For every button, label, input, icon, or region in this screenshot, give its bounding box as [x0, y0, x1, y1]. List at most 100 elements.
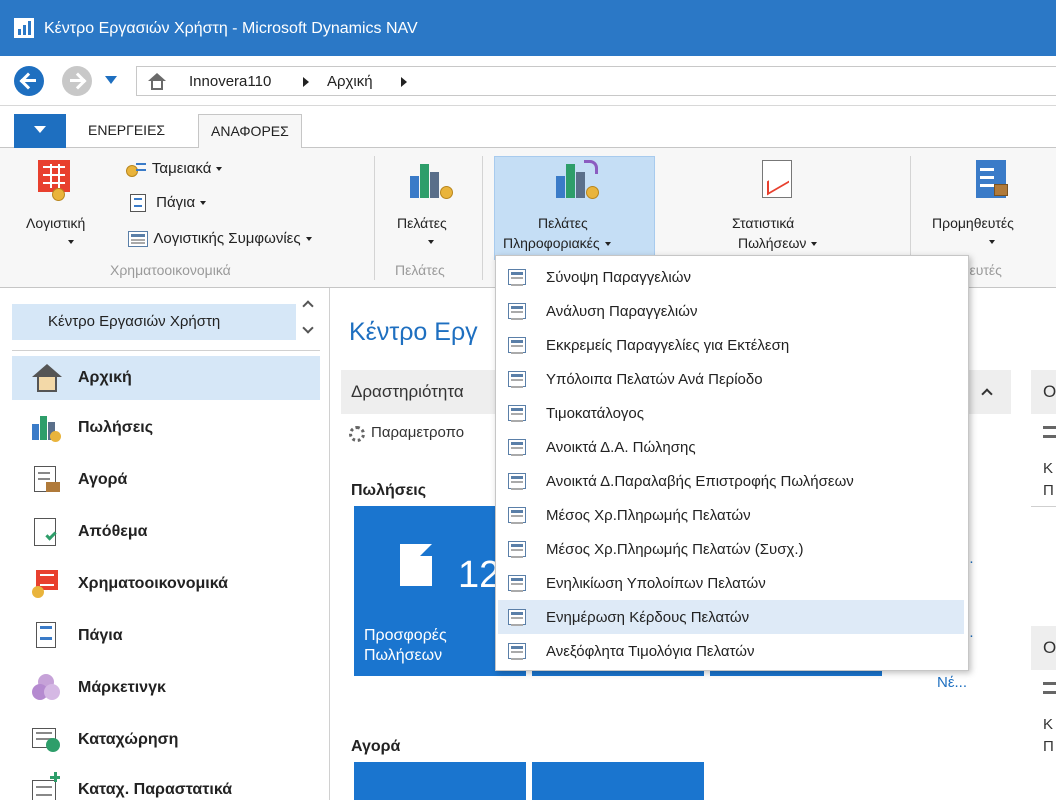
purchase-section-label: Αγορά — [351, 738, 401, 755]
right-factbox: Ο Κ Π Ο Κ Π — [1031, 370, 1056, 790]
ribbon-group-label-customers: Πελάτες — [395, 262, 445, 278]
application-menu-button[interactable] — [14, 114, 66, 148]
tab-actions[interactable]: ΕΝΕΡΓΕΙΕΣ — [88, 122, 165, 138]
customers-button[interactable]: Πελάτες — [397, 214, 447, 232]
inventory-icon — [32, 518, 62, 546]
chevron-down-icon — [989, 240, 995, 244]
ribbon-group-label-finance: Χρηματοοικονομικά — [110, 262, 231, 278]
gear-icon — [349, 426, 365, 442]
navigation-pane-header[interactable]: Κέντρο Εργασιών Χρήστη — [12, 304, 296, 340]
vendors-button[interactable]: Προμηθευτές — [932, 214, 1014, 232]
address-bar: Innovera110 Αρχική — [0, 56, 1056, 106]
nav-item-posting[interactable]: Καταχώρηση — [12, 718, 320, 762]
report-icon — [508, 575, 526, 592]
nav-item-inventory[interactable]: Απόθεμα — [12, 510, 320, 554]
coins-icon — [52, 188, 65, 201]
report-icon — [508, 541, 526, 558]
breadcrumb-separator-icon[interactable] — [303, 77, 309, 87]
ribbon-separator — [482, 156, 483, 280]
coins-icon — [440, 186, 453, 199]
chevron-down-icon[interactable] — [302, 322, 314, 334]
menu-item-open-return-receipts[interactable]: Ανοικτά Δ.Παραλαβής Επιστροφής Πωλήσεων — [498, 464, 964, 498]
report-icon — [508, 371, 526, 388]
menu-item-order-analysis[interactable]: Ανάλυση Παραγγελιών — [498, 294, 964, 328]
ledger-button[interactable]: Λογιστική — [26, 214, 85, 232]
report-icon — [508, 473, 526, 490]
ribbon-tabs: ΕΝΕΡΓΕΙΕΣ ΑΝΑΦΟΡΕΣ — [0, 106, 1056, 149]
report-icon — [508, 643, 526, 660]
ribbon-separator — [374, 156, 375, 280]
breadcrumb[interactable]: Innovera110 Αρχική — [136, 66, 1056, 96]
cash-button[interactable]: Ταμειακά — [126, 160, 223, 178]
report-icon — [508, 337, 526, 354]
sales-statistics-chart-icon — [762, 160, 792, 198]
menu-item-avg-payment-time[interactable]: Μέσος Χρ.Πληρωμής Πελατών — [498, 498, 964, 532]
vendors-icon — [976, 160, 1008, 198]
navigation-pane: Κέντρο Εργασιών Χρήστη Αρχική Πωλήσεις Α… — [0, 288, 330, 800]
factbox-icon — [1043, 682, 1056, 694]
new-link[interactable]: Νέ... — [937, 674, 967, 691]
nav-item-fixed-assets[interactable]: Πάγια — [12, 614, 320, 658]
posting-icon — [32, 726, 62, 754]
reconciliation-button[interactable]: Λογιστικής Συμφωνίες — [128, 230, 312, 248]
chevron-up-icon[interactable] — [302, 300, 314, 312]
customer-info-button-label-line1[interactable]: Πελάτες — [538, 214, 588, 232]
nav-item-sales[interactable]: Πωλήσεις — [12, 406, 320, 450]
factbox-header[interactable]: Ο — [1031, 370, 1056, 414]
menu-item-price-list[interactable]: Τιμοκατάλογος — [498, 396, 964, 430]
fixed-assets-icon — [130, 194, 146, 213]
nav-item-marketing[interactable]: Μάρκετινγκ — [12, 666, 320, 710]
menu-item-aged-balances[interactable]: Ενηλικίωση Υπολοίπων Πελατών — [498, 566, 964, 600]
cash-icon — [126, 161, 148, 178]
breadcrumb-item-company[interactable]: Innovera110 — [189, 73, 271, 90]
finance-icon — [32, 570, 62, 598]
breadcrumb-item-home[interactable]: Αρχική — [327, 73, 373, 90]
posted-documents-icon — [32, 772, 62, 800]
report-icon — [508, 405, 526, 422]
reconciliation-icon — [128, 231, 148, 248]
marketing-icon — [32, 674, 62, 702]
menu-item-avg-payment-time-rel[interactable]: Μέσος Χρ.Πληρωμής Πελατών (Συσχ.) — [498, 532, 964, 566]
sales-icon — [32, 414, 62, 442]
sales-quotes-count: 12 — [458, 554, 501, 596]
divider — [1031, 506, 1056, 507]
sales-statistics-button-label-line2[interactable]: Πωλήσεων — [738, 234, 818, 252]
nav-item-finance[interactable]: Χρηματοοικονομικά — [12, 562, 320, 606]
home-icon[interactable] — [147, 73, 167, 91]
home-icon — [32, 364, 62, 392]
purchase-tile[interactable] — [354, 762, 526, 800]
tab-reports[interactable]: ΑΝΑΦΟΡΕΣ — [198, 114, 302, 149]
menu-item-order-summary[interactable]: Σύνοψη Παραγγελιών — [498, 260, 964, 294]
fixed-assets-button[interactable]: Πάγια — [130, 194, 207, 213]
sales-statistics-button-label-line1[interactable]: Στατιστικά — [732, 214, 794, 232]
menu-item-unpaid-invoices[interactable]: Ανεξόφλητα Τιμολόγια Πελατών — [498, 634, 964, 668]
menu-item-profit-update[interactable]: Ενημέρωση Κέρδους Πελατών — [498, 600, 964, 634]
nav-item-posted-documents[interactable]: Καταχ. Παραστατικά — [12, 768, 320, 800]
history-dropdown-icon[interactable] — [105, 76, 117, 84]
menu-item-pending-orders[interactable]: Εκκρεμείς Παραγγελίες για Εκτέλεση — [498, 328, 964, 362]
document-icon — [400, 544, 432, 586]
breadcrumb-separator-icon[interactable] — [401, 77, 407, 87]
forward-button[interactable] — [62, 66, 92, 96]
purchase-tile[interactable] — [532, 762, 704, 800]
factbox-header[interactable]: Ο — [1031, 626, 1056, 670]
report-icon — [508, 439, 526, 456]
report-icon — [508, 269, 526, 286]
navigation-pane-scroll[interactable] — [300, 296, 320, 346]
nav-item-home[interactable]: Αρχική — [12, 356, 320, 400]
nav-item-purchase[interactable]: Αγορά — [12, 458, 320, 502]
coins-icon — [586, 186, 599, 199]
ledger-icon — [38, 160, 70, 192]
back-button[interactable] — [14, 66, 44, 96]
page-title: Κέντρο Εργ — [349, 318, 478, 346]
fixed-assets-icon — [32, 622, 62, 650]
dynamics-nav-app-icon — [14, 18, 34, 38]
factbox-icon — [1043, 426, 1056, 438]
menu-item-balance-by-period[interactable]: Υπόλοιπα Πελατών Ανά Περίοδο — [498, 362, 964, 396]
customer-info-button-label-line2[interactable]: Πληροφοριακές — [503, 234, 611, 252]
report-icon — [508, 507, 526, 524]
menu-item-open-shipments[interactable]: Ανοικτά Δ.Α. Πώλησης — [498, 430, 964, 464]
refresh-arrow-icon — [584, 160, 598, 174]
chevron-down-icon — [68, 240, 74, 244]
report-icon — [508, 609, 526, 626]
